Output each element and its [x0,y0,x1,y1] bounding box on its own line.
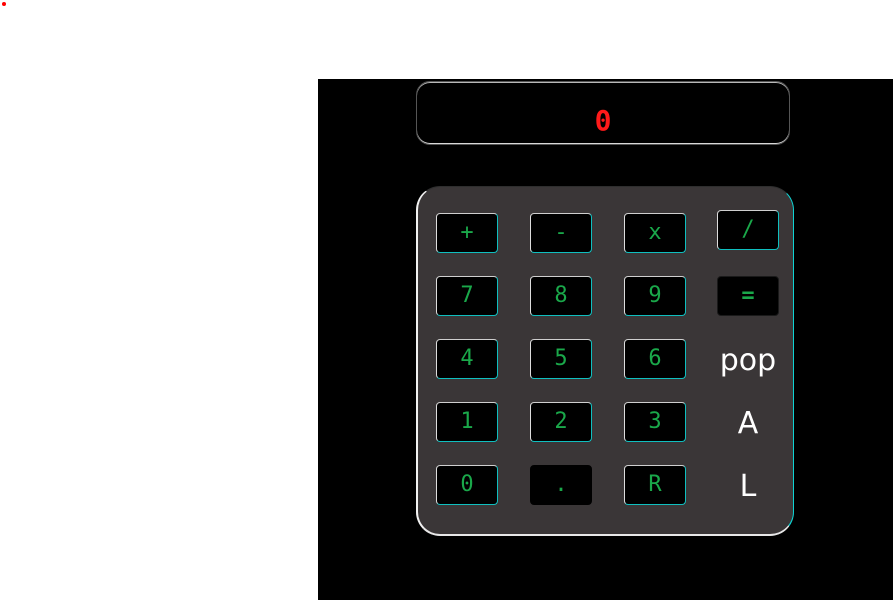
keypad: + - x / 7 8 9 = 4 5 6 pop 1 2 3 A 0 . R … [416,186,794,536]
pop-button[interactable]: pop [717,342,779,382]
l-button[interactable]: L [717,468,779,508]
a-button[interactable]: A [717,405,779,445]
plus-button[interactable]: + [436,213,498,253]
two-button[interactable]: 2 [530,402,592,442]
display-value: 0 [594,104,612,137]
decimal-point-button[interactable]: . [530,465,592,505]
red-dot-marker [2,2,6,6]
calculator-display: 0 [416,81,790,145]
divide-button[interactable]: / [717,210,779,250]
seven-button[interactable]: 7 [436,276,498,316]
three-button[interactable]: 3 [624,402,686,442]
one-button[interactable]: 1 [436,402,498,442]
r-button[interactable]: R [624,465,686,505]
zero-button[interactable]: 0 [436,465,498,505]
minus-button[interactable]: - [530,213,592,253]
eight-button[interactable]: 8 [530,276,592,316]
four-button[interactable]: 4 [436,339,498,379]
five-button[interactable]: 5 [530,339,592,379]
calculator-stage: 0 + - x / 7 8 9 = 4 5 6 pop 1 2 3 A 0 . … [318,79,893,600]
multiply-button[interactable]: x [624,213,686,253]
nine-button[interactable]: 9 [624,276,686,316]
six-button[interactable]: 6 [624,339,686,379]
equals-button[interactable]: = [717,276,779,316]
